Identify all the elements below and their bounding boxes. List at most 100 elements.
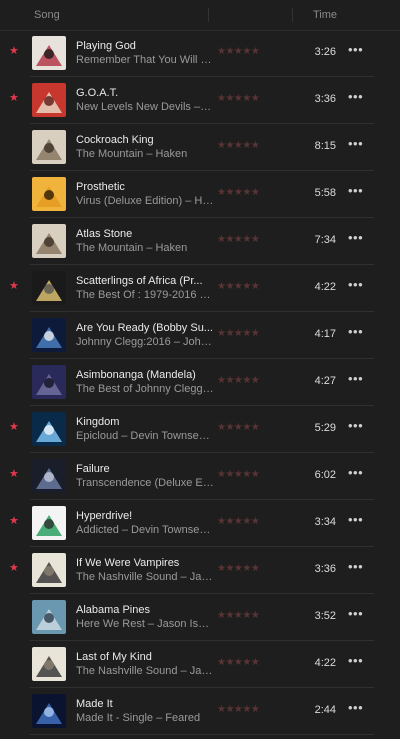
song-title: Atlas Stone <box>76 228 133 240</box>
rating-stars[interactable]: ★★★★★ <box>217 516 260 527</box>
song-album-artist: Made It - Single – Feared <box>76 712 201 724</box>
favorite-star-icon[interactable]: ★ <box>9 561 19 575</box>
song-title: Cockroach King <box>76 134 154 146</box>
rating-stars[interactable]: ★★★★★ <box>217 46 260 57</box>
album-art <box>32 177 66 211</box>
rating-stars[interactable]: ★★★★★ <box>217 140 260 151</box>
more-options-button[interactable]: ••• <box>348 89 363 104</box>
album-art <box>32 271 66 305</box>
song-row[interactable]: Atlas Stone The Mountain – Haken ★★★★★ 7:34… <box>0 218 400 265</box>
song-title: Playing God <box>76 40 136 52</box>
rating-stars[interactable]: ★★★★★ <box>217 563 260 574</box>
song-title: Hyperdrive! <box>76 510 133 522</box>
more-options-button[interactable]: ••• <box>348 277 363 292</box>
song-row[interactable]: ★ Playing God Remember That You Will Die –… <box>0 30 400 77</box>
rating-stars[interactable]: ★★★★★ <box>217 93 260 104</box>
more-options-button[interactable]: ••• <box>348 324 363 339</box>
song-duration: 5:58 <box>314 187 336 199</box>
song-duration: 6:02 <box>314 469 336 481</box>
rating-stars[interactable]: ★★★★★ <box>217 328 260 339</box>
song-album-artist: Remember That You Will Die – Polyphia <box>76 54 214 66</box>
song-row[interactable]: Prosthetic Virus (Deluxe Edition) – Haken… <box>0 171 400 218</box>
more-options-button[interactable]: ••• <box>348 606 363 621</box>
song-title: Alabama Pines <box>76 604 150 616</box>
time-column-header[interactable]: Time <box>313 9 337 21</box>
album-art <box>32 600 66 634</box>
song-row[interactable]: Cockroach King The Mountain – Haken ★★★★★ 8… <box>0 124 400 171</box>
song-album-artist: The Mountain – Haken <box>76 148 188 160</box>
rating-stars[interactable]: ★★★★★ <box>217 469 260 480</box>
more-options-button[interactable]: ••• <box>348 136 363 151</box>
song-album-artist: The Mountain – Haken <box>76 242 188 254</box>
favorite-star-icon[interactable]: ★ <box>9 44 19 58</box>
song-row[interactable]: ★ Kingdom Epicloud – Devin Townsend Projec… <box>0 406 400 453</box>
rating-stars[interactable]: ★★★★★ <box>217 375 260 386</box>
song-title: Last of My Kind <box>76 651 152 663</box>
row-divider <box>30 734 374 735</box>
more-options-button[interactable]: ••• <box>348 42 363 57</box>
song-list: ★ Playing God Remember That You Will Die –… <box>0 30 400 735</box>
album-art <box>32 506 66 540</box>
favorite-star-icon[interactable]: ★ <box>9 514 19 528</box>
song-album-artist: The Nashville Sound – Jason Isbell <box>76 571 214 583</box>
favorite-star-icon[interactable]: ★ <box>9 91 19 105</box>
song-title: Kingdom <box>76 416 120 428</box>
rating-stars[interactable]: ★★★★★ <box>217 234 260 245</box>
more-options-button[interactable]: ••• <box>348 183 363 198</box>
column-divider[interactable] <box>208 8 209 22</box>
song-column-header[interactable]: Song <box>34 9 60 21</box>
song-duration: 7:34 <box>314 234 336 246</box>
favorite-star-icon[interactable]: ★ <box>9 467 19 481</box>
rating-stars[interactable]: ★★★★★ <box>217 657 260 668</box>
song-row[interactable]: ★ G.O.A.T. New Levels New Devils – Polyphi… <box>0 77 400 124</box>
more-options-button[interactable]: ••• <box>348 465 363 480</box>
song-title: If We Were Vampires <box>76 557 180 569</box>
more-options-button[interactable]: ••• <box>348 512 363 527</box>
more-options-button[interactable]: ••• <box>348 653 363 668</box>
song-title: Failure <box>76 463 110 475</box>
rating-stars[interactable]: ★★★★★ <box>217 704 260 715</box>
song-duration: 8:15 <box>314 140 336 152</box>
song-row[interactable]: ★ Failure Transcendence (Deluxe Edition) –… <box>0 453 400 500</box>
column-divider[interactable] <box>292 8 293 22</box>
song-album-artist: The Best of Johnny Clegg – Johnny Clegg <box>76 383 214 395</box>
favorite-star-icon[interactable]: ★ <box>9 279 19 293</box>
song-row[interactable]: ★ Hyperdrive! Addicted – Devin Townsend Pr… <box>0 500 400 547</box>
song-duration: 3:34 <box>314 516 336 528</box>
favorite-star-icon[interactable]: ★ <box>9 420 19 434</box>
song-album-artist: Epicloud – Devin Townsend Project <box>76 430 214 442</box>
song-title: Are You Ready (Bobby Su... <box>76 322 213 334</box>
song-row[interactable]: ★ If We Were Vampires The Nashville Sound … <box>0 547 400 594</box>
album-art <box>32 553 66 587</box>
song-row[interactable]: Last of My Kind The Nashville Sound – Jas… <box>0 641 400 688</box>
song-row[interactable]: Are You Ready (Bobby Su... Johnny Clegg:2… <box>0 312 400 359</box>
song-album-artist: The Nashville Sound – Jason Isbell <box>76 665 214 677</box>
album-art <box>32 318 66 352</box>
song-row[interactable]: Made It Made It - Single – Feared ★★★★★ 2:4… <box>0 688 400 735</box>
song-album-artist: Addicted – Devin Townsend Project <box>76 524 214 536</box>
album-art <box>32 459 66 493</box>
song-row[interactable]: Asimbonanga (Mandela) The Best of Johnny … <box>0 359 400 406</box>
rating-stars[interactable]: ★★★★★ <box>217 610 260 621</box>
album-art <box>32 412 66 446</box>
more-options-button[interactable]: ••• <box>348 700 363 715</box>
song-row[interactable]: Alabama Pines Here We Rest – Jason Isbell… <box>0 594 400 641</box>
more-options-button[interactable]: ••• <box>348 559 363 574</box>
song-row[interactable]: ★ Scatterlings of Africa (Pr... The Best O… <box>0 265 400 312</box>
song-title: Made It <box>76 698 113 710</box>
song-album-artist: Johnny Clegg:2016 – Johnny Clegg <box>76 336 214 348</box>
more-options-button[interactable]: ••• <box>348 230 363 245</box>
more-options-button[interactable]: ••• <box>348 418 363 433</box>
rating-stars[interactable]: ★★★★★ <box>217 187 260 198</box>
song-album-artist: Here We Rest – Jason Isbell <box>76 618 214 630</box>
song-title: Prosthetic <box>76 181 125 193</box>
song-duration: 4:17 <box>314 328 336 340</box>
rating-stars[interactable]: ★★★★★ <box>217 281 260 292</box>
rating-stars[interactable]: ★★★★★ <box>217 422 260 433</box>
album-art <box>32 365 66 399</box>
song-duration: 4:22 <box>314 657 336 669</box>
song-title: Asimbonanga (Mandela) <box>76 369 196 381</box>
song-duration: 3:26 <box>314 46 336 58</box>
more-options-button[interactable]: ••• <box>348 371 363 386</box>
song-duration: 5:29 <box>314 422 336 434</box>
